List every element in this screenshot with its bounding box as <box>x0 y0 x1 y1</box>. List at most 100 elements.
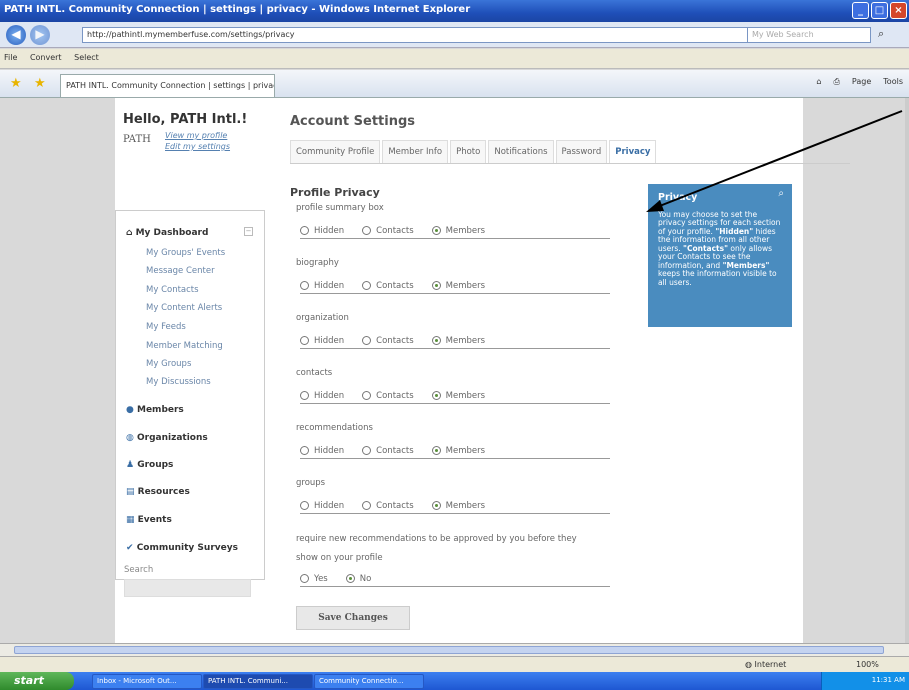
tab-community-profile[interactable]: Community Profile <box>290 140 381 163</box>
page-title: Account Settings <box>290 114 416 129</box>
viewport: Hello, PATH Intl.! PATH View my profile … <box>0 98 905 643</box>
radio-contacts[interactable]: Contacts <box>362 278 414 293</box>
minimize-button[interactable]: _ <box>852 2 869 19</box>
collapse-icon[interactable]: − <box>244 227 253 236</box>
radio-hidden[interactable]: Hidden <box>300 223 344 238</box>
privacy-help-text: You may choose to set the privacy settin… <box>658 209 781 287</box>
page-menu[interactable]: Page <box>852 77 871 87</box>
privacy-radio-group: Hidden Contacts Members <box>300 443 610 459</box>
vertical-scrollbar[interactable] <box>905 98 909 643</box>
sidebar-item-surveys[interactable]: ✔ Community Surveys <box>126 543 238 553</box>
tools-menu[interactable]: Tools <box>883 77 903 87</box>
organizations-label: Organizations <box>137 433 208 443</box>
sidebar-search-input[interactable] <box>124 579 251 597</box>
clock: 11:31 AM <box>871 676 905 684</box>
document-icon: ▤ <box>126 487 138 497</box>
system-tray: 11:31 AM <box>821 672 909 690</box>
horizontal-scrollbar[interactable] <box>0 643 909 656</box>
sidebar-nav: ⌂ My Dashboard − My Groups' Events Messa… <box>115 210 265 597</box>
privacy-radio-group: Hidden Contacts Members <box>300 388 610 404</box>
radio-contacts[interactable]: Contacts <box>362 333 414 348</box>
menu-file[interactable]: File <box>4 53 17 62</box>
sidebar-item-members[interactable]: ● Members <box>126 405 184 415</box>
web-search-input[interactable]: My Web Search <box>747 27 871 43</box>
approve-radio-group: Yes No <box>300 571 610 587</box>
menu-bar: File Convert Select <box>0 49 909 69</box>
tab-notifications[interactable]: Notifications <box>488 140 554 163</box>
radio-hidden[interactable]: Hidden <box>300 278 344 293</box>
group-icon: ♟ <box>126 460 138 470</box>
maximize-button[interactable]: □ <box>871 2 888 19</box>
save-changes-button[interactable]: Save Changes <box>296 606 410 630</box>
radio-hidden[interactable]: Hidden <box>300 498 344 513</box>
sidebar-item-groups-events[interactable]: My Groups' Events <box>146 248 225 258</box>
radio-members[interactable]: Members <box>431 443 485 458</box>
sidebar-item-message-center[interactable]: Message Center <box>146 266 215 276</box>
field-label: contacts <box>296 368 333 378</box>
checkmark-icon: ✔ <box>126 543 137 553</box>
taskbar-item-community[interactable]: Community Connectio... <box>314 674 424 689</box>
radio-members[interactable]: Members <box>431 388 485 403</box>
url-field[interactable]: http://pathintl.mymemberfuse.com/setting… <box>82 27 820 43</box>
sidebar-item-groups[interactable]: ♟ Groups <box>126 460 173 470</box>
sidebar-item-my-groups[interactable]: My Groups <box>146 359 191 369</box>
tab-bar: ★ ★ PATH INTL. Community Connection | se… <box>0 70 909 98</box>
menu-select[interactable]: Select <box>74 53 99 62</box>
start-button[interactable]: start <box>0 672 74 690</box>
print-icon[interactable]: ⎙ <box>834 77 840 87</box>
forward-button[interactable]: ▶ <box>30 25 50 45</box>
status-bar: ◍ Internet 100% <box>0 656 909 672</box>
add-favorite-icon[interactable]: ★ <box>34 76 46 91</box>
search-icon[interactable]: ⌕ <box>878 27 884 41</box>
sidebar-item-content-alerts[interactable]: My Content Alerts <box>146 303 222 313</box>
dashboard-label: My Dashboard <box>135 228 209 238</box>
sidebar-item-resources[interactable]: ▤ Resources <box>126 487 190 497</box>
search-label: Search <box>124 565 154 575</box>
window-controls: _ □ × <box>852 2 907 19</box>
sidebar-item-organizations[interactable]: ◍ Organizations <box>126 433 208 443</box>
approve-text-line1: require new recommendations to be approv… <box>296 534 577 544</box>
surveys-label: Community Surveys <box>136 543 238 553</box>
radio-contacts[interactable]: Contacts <box>362 388 414 403</box>
radio-contacts[interactable]: Contacts <box>362 443 414 458</box>
tab-photo[interactable]: Photo <box>450 140 487 163</box>
close-button[interactable]: × <box>890 2 907 19</box>
taskbar-item-ie[interactable]: PATH INTL. Communi... <box>203 674 313 689</box>
radio-yes[interactable]: Yes <box>300 571 328 586</box>
sidebar-item-events[interactable]: ▦ Events <box>126 515 172 525</box>
calendar-icon: ▦ <box>126 515 138 525</box>
field-label: organization <box>296 313 349 323</box>
radio-members[interactable]: Members <box>431 223 485 238</box>
sidebar-item-feeds[interactable]: My Feeds <box>146 322 186 332</box>
home-icon: ⌂ <box>126 228 136 238</box>
radio-no[interactable]: No <box>345 571 371 586</box>
radio-members[interactable]: Members <box>431 333 485 348</box>
field-label: groups <box>296 478 326 488</box>
radio-hidden[interactable]: Hidden <box>300 333 344 348</box>
sidebar-item-discussions[interactable]: My Discussions <box>146 377 211 387</box>
zoom-level[interactable]: 100% <box>856 660 879 669</box>
privacy-radio-group: Hidden Contacts Members <box>300 498 610 514</box>
taskbar-item-inbox[interactable]: Inbox - Microsoft Out... <box>92 674 202 689</box>
edit-settings-link[interactable]: Edit my settings <box>165 142 230 151</box>
greeting: Hello, PATH Intl.! <box>123 112 248 127</box>
radio-members[interactable]: Members <box>431 498 485 513</box>
sidebar-item-dashboard[interactable]: ⌂ My Dashboard <box>126 228 208 238</box>
window-title-bar: PATH INTL. Community Connection | settin… <box>0 0 909 22</box>
favorites-star-icon[interactable]: ★ <box>10 76 22 91</box>
back-button[interactable]: ◀ <box>6 25 26 45</box>
tab-member-info[interactable]: Member Info <box>382 140 449 163</box>
radio-contacts[interactable]: Contacts <box>362 498 414 513</box>
browser-tab-active[interactable]: PATH INTL. Community Connection | settin… <box>60 74 275 97</box>
radio-hidden[interactable]: Hidden <box>300 443 344 458</box>
tab-password[interactable]: Password <box>555 140 608 163</box>
menu-convert[interactable]: Convert <box>30 53 62 62</box>
radio-hidden[interactable]: Hidden <box>300 388 344 403</box>
scroll-thumb[interactable] <box>14 646 884 654</box>
radio-members[interactable]: Members <box>431 278 485 293</box>
view-profile-link[interactable]: View my profile <box>165 131 227 140</box>
home-icon[interactable]: ⌂ <box>816 77 821 87</box>
radio-contacts[interactable]: Contacts <box>362 223 414 238</box>
sidebar-item-member-matching[interactable]: Member Matching <box>146 341 223 351</box>
sidebar-item-contacts[interactable]: My Contacts <box>146 285 199 295</box>
